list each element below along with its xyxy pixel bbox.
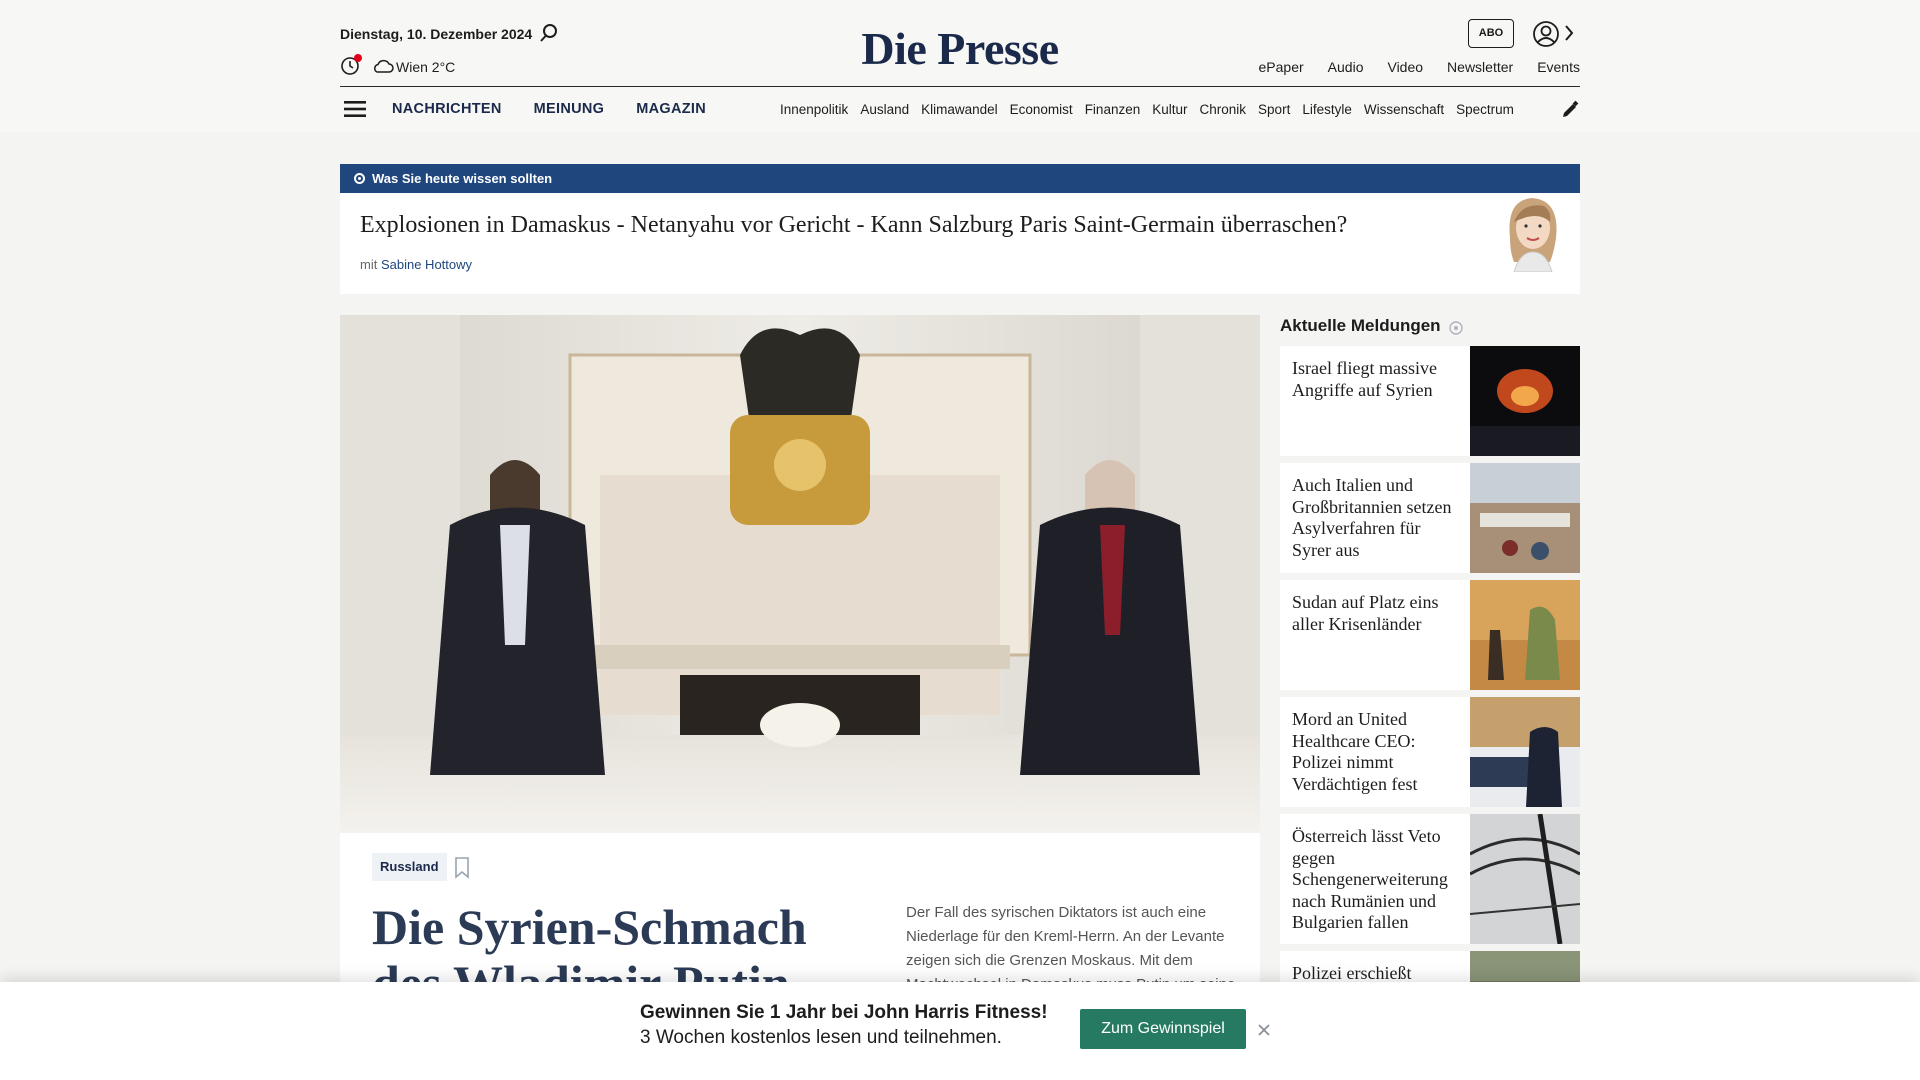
close-icon[interactable] xyxy=(1256,1022,1272,1038)
list-item[interactable]: Israel fliegt massive Angriffe auf Syrie… xyxy=(1280,346,1580,456)
site-header: Dienstag, 10. Dezember 2024 Wien 2°C Die… xyxy=(0,0,1920,132)
nav-meinung[interactable]: MEINUNG xyxy=(534,101,605,117)
promo-banner: Gewinnen Sie 1 Jahr bei John Harris Fitn… xyxy=(0,982,1920,1080)
top-link-audio[interactable]: Audio xyxy=(1328,59,1364,75)
section-chronik[interactable]: Chronik xyxy=(1200,102,1247,117)
daily-briefing[interactable]: Was Sie heute wissen sollten Explosionen… xyxy=(340,164,1580,294)
hamburger-menu-icon[interactable] xyxy=(344,100,366,118)
news-thumbnail xyxy=(1470,346,1580,456)
section-finanzen[interactable]: Finanzen xyxy=(1085,102,1141,117)
bookmark-icon[interactable] xyxy=(454,857,470,879)
briefing-byline: mit Sabine Hottowy xyxy=(360,257,472,272)
hero-photo xyxy=(340,315,1260,833)
news-thumbnail xyxy=(1470,463,1580,573)
news-item-title[interactable]: Sudan auf Platz eins aller Krisenländer xyxy=(1292,592,1460,635)
author-avatar xyxy=(1509,198,1557,272)
section-wissenschaft[interactable]: Wissenschaft xyxy=(1364,102,1444,117)
briefing-title[interactable]: Explosionen in Damaskus - Netanyahu vor … xyxy=(360,212,1347,239)
section-klimawandel[interactable]: Klimawandel xyxy=(921,102,998,117)
byline-prefix: mit xyxy=(360,257,378,272)
radio-icon xyxy=(354,173,365,184)
category-tag[interactable]: Russland xyxy=(372,853,447,881)
list-item[interactable]: Auch Italien und Großbritannien setzen A… xyxy=(1280,463,1580,573)
news-item-title[interactable]: Österreich lässt Veto gegen Schengenerwe… xyxy=(1292,826,1460,934)
section-nav: Innenpolitik Ausland Klimawandel Economi… xyxy=(780,102,1550,117)
top-link-video[interactable]: Video xyxy=(1387,59,1423,75)
promo-subline: 3 Wochen kostenlos lesen und teilnehmen. xyxy=(640,1027,1002,1048)
section-ausland[interactable]: Ausland xyxy=(860,102,909,117)
news-thumbnail xyxy=(1470,580,1580,690)
section-economist[interactable]: Economist xyxy=(1010,102,1073,117)
nav-nachrichten[interactable]: NACHRICHTEN xyxy=(392,101,502,117)
live-signal-icon xyxy=(1449,321,1463,335)
list-item[interactable]: Mord an United Healthcare CEO: Polizei n… xyxy=(1280,697,1580,807)
top-links: ePaper Audio Video Newsletter Events xyxy=(1259,59,1580,75)
main-nav: NACHRICHTEN MEINUNG MAGAZIN xyxy=(392,101,706,117)
section-lifestyle[interactable]: Lifestyle xyxy=(1302,102,1352,117)
top-link-events[interactable]: Events xyxy=(1537,59,1580,75)
section-spectrum[interactable]: Spectrum xyxy=(1456,102,1514,117)
list-item[interactable]: Österreich lässt Veto gegen Schengenerwe… xyxy=(1280,814,1580,944)
briefing-label: Was Sie heute wissen sollten xyxy=(372,171,553,186)
latest-news-list: Israel fliegt massive Angriffe auf Syrie… xyxy=(1280,346,1580,1068)
chevron-right-icon[interactable] xyxy=(1562,24,1576,42)
pencil-icon[interactable] xyxy=(1560,100,1580,120)
top-link-epaper[interactable]: ePaper xyxy=(1259,59,1304,75)
top-link-newsletter[interactable]: Newsletter xyxy=(1447,59,1513,75)
user-icon[interactable] xyxy=(1532,20,1560,48)
news-thumbnail xyxy=(1470,697,1580,807)
briefing-author[interactable]: Sabine Hottowy xyxy=(381,257,472,272)
nav-magazin[interactable]: MAGAZIN xyxy=(636,101,706,117)
news-thumbnail xyxy=(1470,814,1580,944)
list-item[interactable]: Sudan auf Platz eins aller Krisenländer xyxy=(1280,580,1580,690)
section-innenpolitik[interactable]: Innenpolitik xyxy=(780,102,848,117)
section-kultur[interactable]: Kultur xyxy=(1152,102,1187,117)
header-divider xyxy=(340,86,1580,87)
promo-headline: Gewinnen Sie 1 Jahr bei John Harris Fitn… xyxy=(640,1002,1048,1023)
promo-cta-button[interactable]: Zum Gewinnspiel xyxy=(1080,1009,1246,1049)
briefing-label-bar: Was Sie heute wissen sollten xyxy=(340,164,1580,193)
section-sport[interactable]: Sport xyxy=(1258,102,1290,117)
header-inner: Dienstag, 10. Dezember 2024 Wien 2°C Die… xyxy=(340,0,1580,132)
news-item-title[interactable]: Mord an United Healthcare CEO: Polizei n… xyxy=(1292,709,1460,795)
abo-button[interactable]: ABO xyxy=(1468,19,1514,48)
news-item-title[interactable]: Auch Italien und Großbritannien setzen A… xyxy=(1292,475,1460,561)
hero-image[interactable] xyxy=(340,315,1260,833)
latest-news-title: Aktuelle Meldungen xyxy=(1280,316,1441,335)
news-item-title[interactable]: Israel fliegt massive Angriffe auf Syrie… xyxy=(1292,358,1460,401)
